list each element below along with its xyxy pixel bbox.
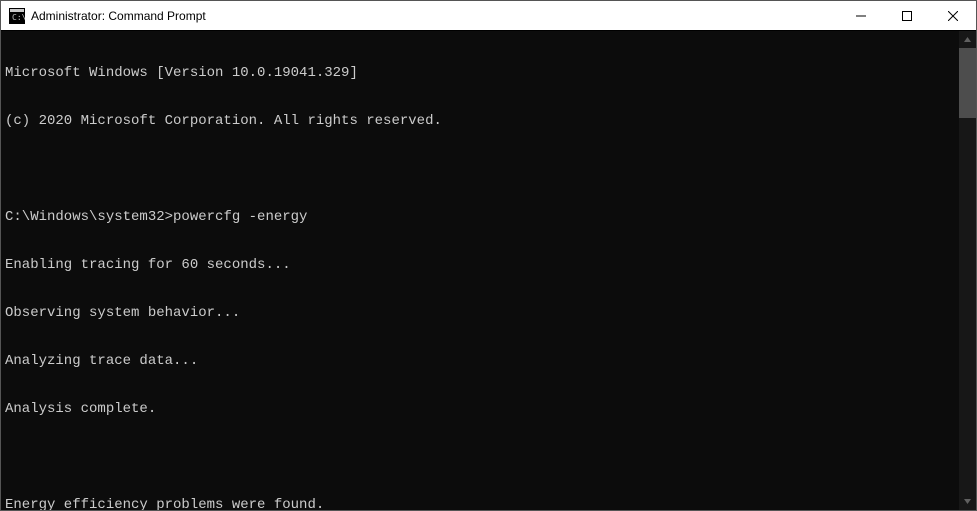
window-title: Administrator: Command Prompt — [31, 9, 206, 23]
blank-line — [5, 161, 955, 177]
scroll-thumb[interactable] — [959, 48, 976, 118]
minimize-button[interactable] — [838, 1, 884, 30]
vertical-scrollbar[interactable] — [959, 31, 976, 510]
scroll-up-button[interactable] — [959, 31, 976, 48]
svg-text:C:\: C:\ — [12, 13, 25, 22]
prompt-line: C:\Windows\system32>powercfg -energy — [5, 209, 955, 225]
output-line: Microsoft Windows [Version 10.0.19041.32… — [5, 65, 955, 81]
window-controls — [838, 1, 976, 30]
scroll-down-button[interactable] — [959, 493, 976, 510]
scroll-track[interactable] — [959, 48, 976, 493]
entered-command: powercfg -energy — [173, 209, 307, 225]
output-line: Observing system behavior... — [5, 305, 955, 321]
output-line: Enabling tracing for 60 seconds... — [5, 257, 955, 273]
output-line: (c) 2020 Microsoft Corporation. All righ… — [5, 113, 955, 129]
close-button[interactable] — [930, 1, 976, 30]
terminal-output[interactable]: Microsoft Windows [Version 10.0.19041.32… — [1, 31, 959, 510]
output-line: Energy efficiency problems were found. — [5, 497, 955, 510]
blank-line — [5, 449, 955, 465]
output-line: Analyzing trace data... — [5, 353, 955, 369]
output-line: Analysis complete. — [5, 401, 955, 417]
maximize-button[interactable] — [884, 1, 930, 30]
terminal-area: Microsoft Windows [Version 10.0.19041.32… — [1, 31, 976, 510]
prompt-path: C:\Windows\system32> — [5, 209, 173, 225]
cmd-icon: C:\ — [9, 8, 25, 24]
titlebar[interactable]: C:\ Administrator: Command Prompt — [1, 1, 976, 31]
